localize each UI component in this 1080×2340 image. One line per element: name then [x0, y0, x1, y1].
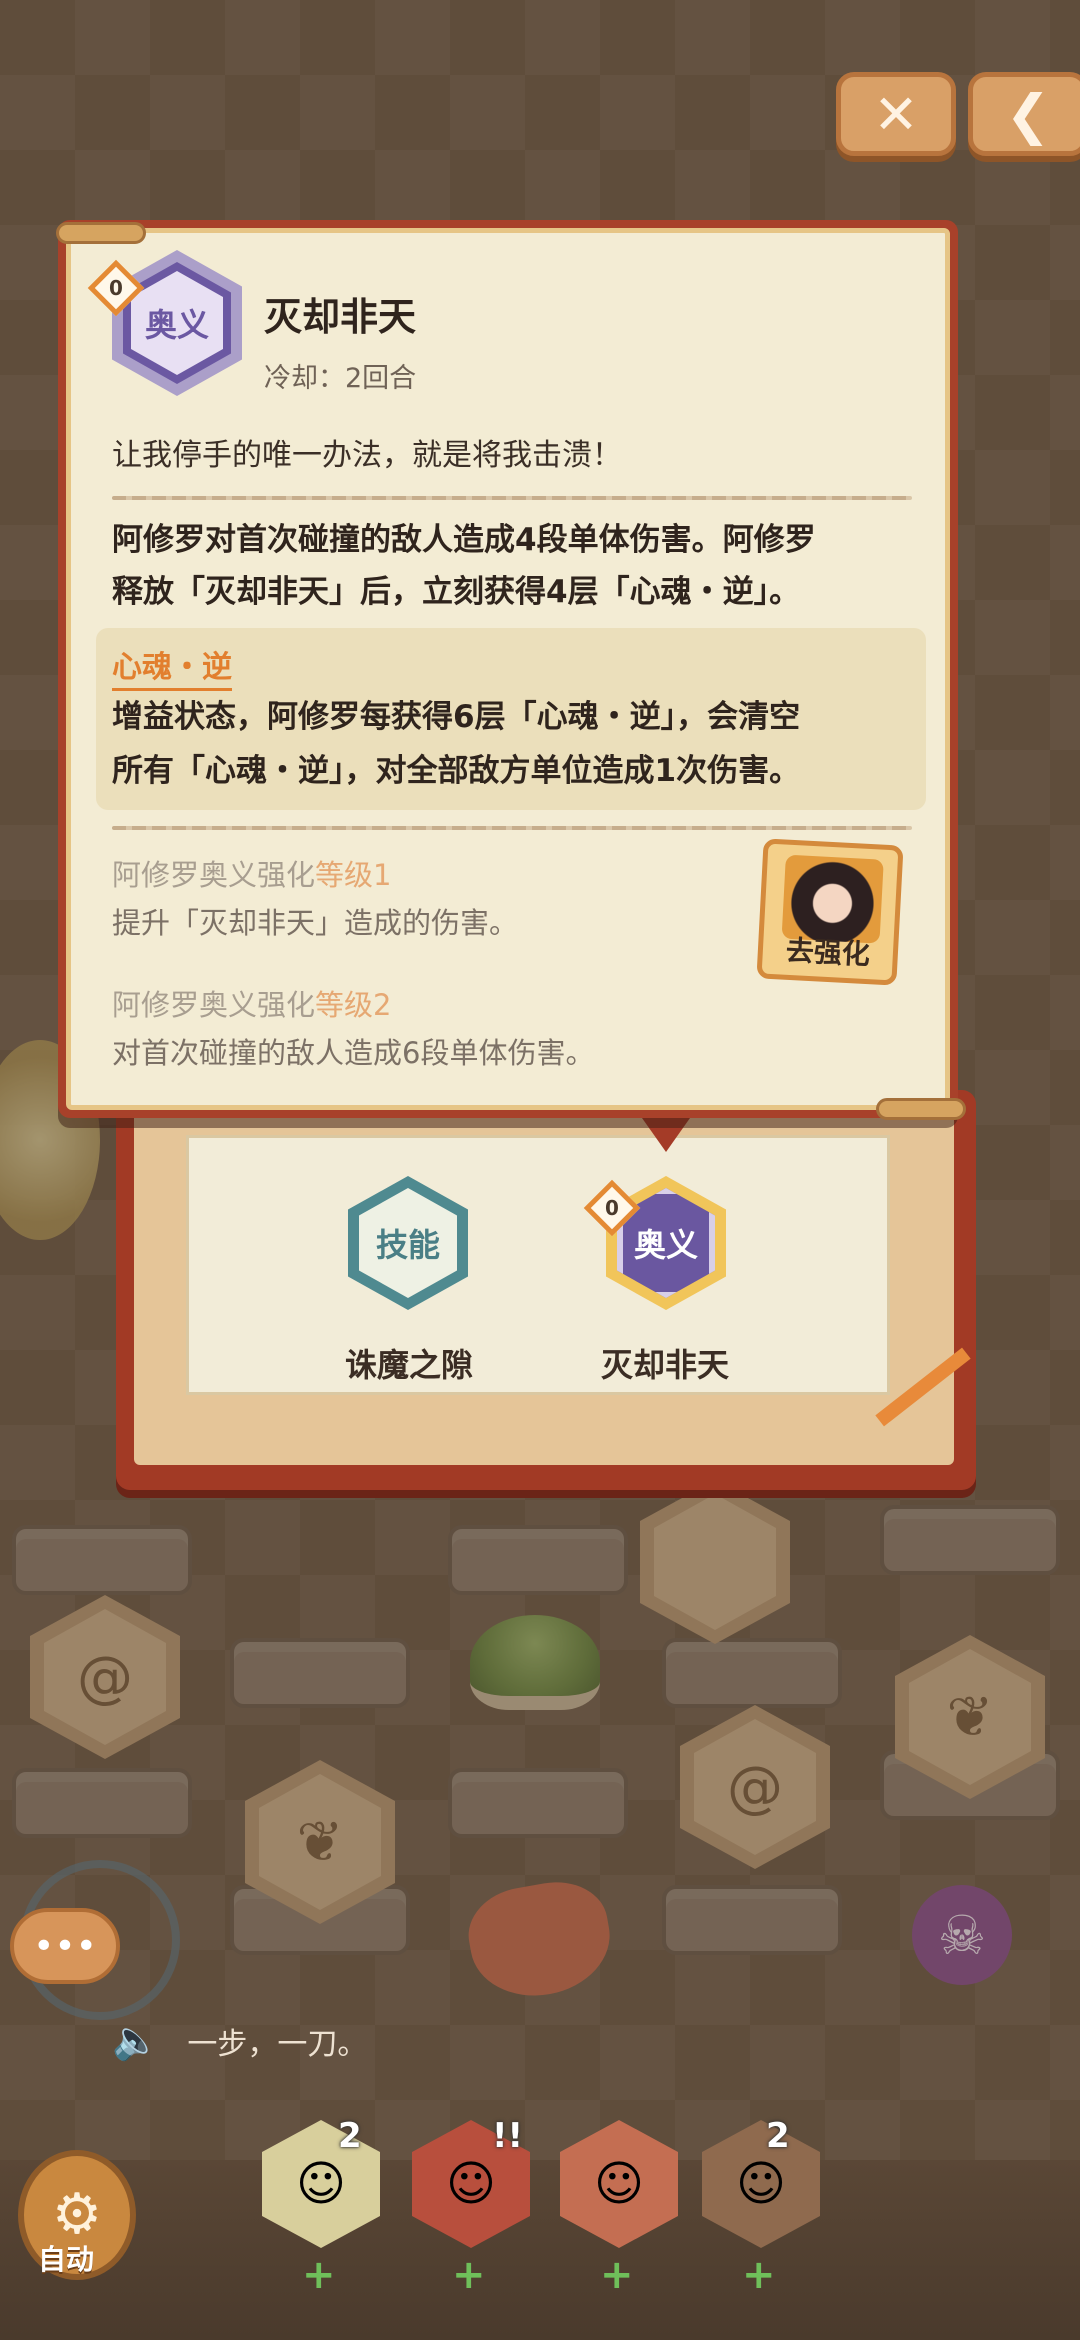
skill-badge: 技能 — [375, 1226, 440, 1264]
chevron-left-icon: ❮ — [1005, 82, 1051, 146]
upgrade-2-title: 阿修罗奥义强化等级2 — [112, 988, 392, 1022]
hero-plus-icon: + — [742, 2252, 776, 2298]
hero-alert-badge: !! — [492, 2116, 524, 2156]
divider — [112, 826, 912, 830]
skill-quote: 让我停手的唯一办法，就是将我击溃！ — [112, 438, 622, 473]
speaker-icon[interactable]: 🔈 — [112, 2018, 159, 2063]
upgrade-2-desc: 对首次碰撞的敌人造成6段单体伤害。 — [112, 1036, 595, 1070]
skill-cooldown: 冷却：2回合 — [264, 363, 417, 394]
chat-button[interactable]: ••• — [10, 1908, 120, 1984]
hero-plus-icon: + — [452, 2252, 486, 2298]
close-icon: ✕ — [873, 82, 919, 146]
divider — [112, 496, 912, 500]
hero-energy-badge: 2 — [338, 2116, 362, 2156]
chat-bubble-icon: ••• — [33, 1925, 97, 1967]
go-enhance-button[interactable]: 去强化 — [756, 838, 904, 986]
ultimate-badge-text: 奥义 — [144, 306, 209, 344]
scroll-ornament — [876, 1098, 966, 1120]
close-button[interactable]: ✕ — [836, 72, 956, 156]
upgrade-1-title: 阿修罗奥义强化等级1 — [112, 858, 392, 892]
skill-selector-panel — [186, 1135, 890, 1395]
go-enhance-label: 去强化 — [785, 933, 871, 972]
skill-effect: 阿修罗对首次碰撞的敌人造成4段单体伤害。阿修罗 释放「灭却非天」后，立刻获得4层… — [112, 522, 816, 610]
back-button[interactable]: ❮ — [968, 72, 1080, 156]
popup-pointer — [642, 1118, 690, 1152]
auto-label: 自动 — [38, 2243, 95, 2276]
speech-text: 一步，一刀。 — [187, 2026, 368, 2062]
hero-plus-icon: + — [600, 2252, 634, 2298]
team-bar — [0, 2160, 1080, 2340]
gear-icon: ⚙ — [51, 2182, 103, 2247]
upgrade-1-desc: 提升「灭却非天」造成的伤害。 — [112, 906, 519, 940]
hero-plus-icon: + — [302, 2252, 336, 2298]
buff-name: 心魂・逆 — [112, 642, 232, 691]
skill-ultimate-name: 灭却非天 — [600, 1346, 729, 1384]
hero-energy-badge: 2 — [766, 2116, 790, 2156]
skill-normal-name: 诛魔之隙 — [344, 1346, 473, 1384]
skill-title: 灭却非天 — [264, 295, 417, 339]
buff-description: 增益状态，阿修罗每获得6层「心魂・逆」，会清空 所有「心魂・逆」，对全部敌方单位… — [112, 699, 801, 789]
scroll-ornament — [56, 222, 146, 244]
ultimate-badge: 奥义 — [633, 1226, 698, 1264]
character-speech: 🔈 一步，一刀。 — [112, 2018, 367, 2063]
